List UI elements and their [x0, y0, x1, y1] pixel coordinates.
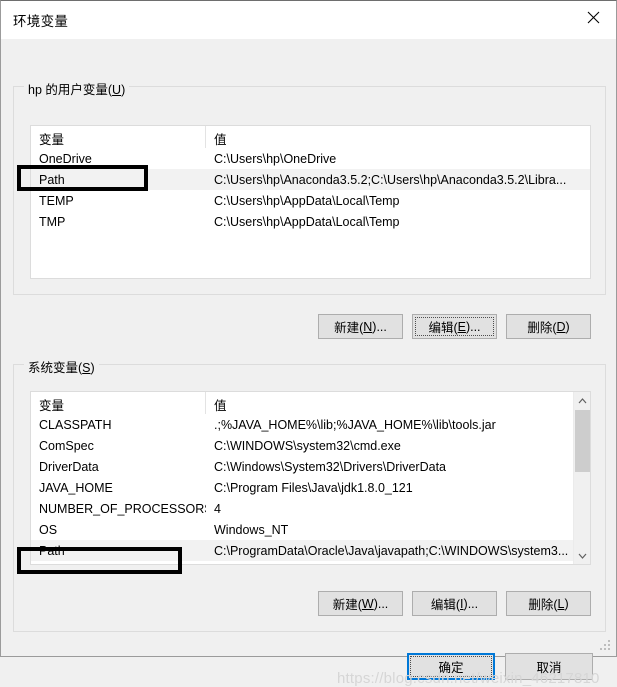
cell-value: C:\WINDOWS\system32\cmd.exe [214, 438, 401, 453]
table-row[interactable]: OneDrive C:\Users\hp\OneDrive [31, 148, 590, 169]
user-variables-group: hp 的用户变量(U) 变量 值 OneDrive C:\Users\hp\On… [13, 79, 606, 295]
cell-value: C:\Windows\System32\Drivers\DriverData [214, 459, 446, 474]
cell-value: Windows_NT [214, 522, 289, 537]
environment-variables-dialog: 环境变量 hp 的用户变量(U) 变量 值 OneDrive C:\Users\… [0, 0, 617, 687]
system-variables-legend: 系统变量(S) [24, 357, 99, 376]
cell-variable: TMP [39, 214, 66, 229]
table-row[interactable]: Path C:\ProgramData\Oracle\Java\javapath… [31, 540, 590, 561]
dialog-body: hp 的用户变量(U) 变量 值 OneDrive C:\Users\hp\On… [1, 39, 616, 687]
cell-variable: ComSpec [39, 438, 94, 453]
cell-variable: OS [39, 522, 58, 537]
column-header-value[interactable]: 值 [206, 126, 590, 148]
cell-value: C:\Users\hp\AppData\Local\Temp [214, 193, 400, 208]
cell-value: C:\Program Files\Java\jdk1.8.0_121 [214, 480, 413, 495]
scrollbar-thumb[interactable] [575, 410, 590, 472]
close-button[interactable] [570, 1, 616, 33]
table-row[interactable]: OS Windows_NT [31, 519, 590, 540]
system-list-header: 变量 值 [31, 392, 590, 414]
chevron-up-icon[interactable] [574, 392, 590, 409]
user-variables-list[interactable]: 变量 值 OneDrive C:\Users\hp\OneDrive Path … [30, 125, 591, 279]
column-header-variable[interactable]: 变量 [31, 126, 206, 148]
edit-user-variable-button[interactable]: 编辑(E)... [412, 314, 497, 339]
cell-variable: Path [39, 543, 65, 558]
cell-value: C:\ProgramData\Oracle\Java\javapath;C:\W… [214, 543, 569, 558]
cell-variable: NUMBER_OF_PROCESSORS [39, 501, 206, 516]
edit-system-variable-button[interactable]: 编辑(I)... [412, 591, 497, 616]
table-row[interactable]: NUMBER_OF_PROCESSORS 4 [31, 498, 590, 519]
new-system-variable-button[interactable]: 新建(W)... [318, 591, 403, 616]
system-list-scrollbar[interactable] [573, 392, 590, 564]
cell-value: 4 [214, 501, 221, 516]
cell-variable: OneDrive [39, 151, 92, 166]
cancel-button[interactable]: 取消 [505, 653, 593, 680]
title-bar: 环境变量 [1, 1, 616, 39]
close-icon [587, 11, 600, 24]
user-variables-legend: hp 的用户变量(U) [24, 79, 130, 98]
user-list-rows: OneDrive C:\Users\hp\OneDrive Path C:\Us… [31, 148, 590, 232]
resize-grip[interactable] [600, 640, 612, 652]
cell-variable: Path [39, 172, 65, 187]
chevron-down-icon[interactable] [574, 547, 590, 564]
table-row[interactable]: ComSpec C:\WINDOWS\system32\cmd.exe [31, 435, 590, 456]
column-header-value[interactable]: 值 [206, 392, 590, 414]
table-row[interactable]: TEMP C:\Users\hp\AppData\Local\Temp [31, 190, 590, 211]
window-title: 环境变量 [13, 14, 69, 29]
cell-value: C:\Users\hp\AppData\Local\Temp [214, 214, 400, 229]
system-list-rows: CLASSPATH .;%JAVA_HOME%\lib;%JAVA_HOME%\… [31, 414, 590, 561]
cell-variable: DriverData [39, 459, 99, 474]
user-list-header: 变量 值 [31, 126, 590, 148]
cell-value: .;%JAVA_HOME%\lib;%JAVA_HOME%\lib\tools.… [214, 417, 496, 432]
delete-system-variable-button[interactable]: 删除(L) [506, 591, 591, 616]
cell-value: C:\Users\hp\Anaconda3.5.2;C:\Users\hp\An… [214, 172, 567, 187]
table-row[interactable]: CLASSPATH .;%JAVA_HOME%\lib;%JAVA_HOME%\… [31, 414, 590, 435]
ok-button[interactable]: 确定 [407, 653, 495, 680]
cell-variable: JAVA_HOME [39, 480, 113, 495]
table-row[interactable]: Path C:\Users\hp\Anaconda3.5.2;C:\Users\… [31, 169, 590, 190]
table-row[interactable]: JAVA_HOME C:\Program Files\Java\jdk1.8.0… [31, 477, 590, 498]
system-variables-list[interactable]: 变量 值 CLASSPATH .;%JAVA_HOME%\lib;%JAVA_H… [30, 391, 591, 565]
column-header-variable[interactable]: 变量 [31, 392, 206, 414]
cell-value: C:\Users\hp\OneDrive [214, 151, 337, 166]
table-row[interactable]: TMP C:\Users\hp\AppData\Local\Temp [31, 211, 590, 232]
cell-variable: TEMP [39, 193, 74, 208]
new-user-variable-button[interactable]: 新建(N)... [318, 314, 403, 339]
delete-user-variable-button[interactable]: 删除(D) [506, 314, 591, 339]
table-row[interactable]: DriverData C:\Windows\System32\Drivers\D… [31, 456, 590, 477]
cell-variable: CLASSPATH [39, 417, 112, 432]
